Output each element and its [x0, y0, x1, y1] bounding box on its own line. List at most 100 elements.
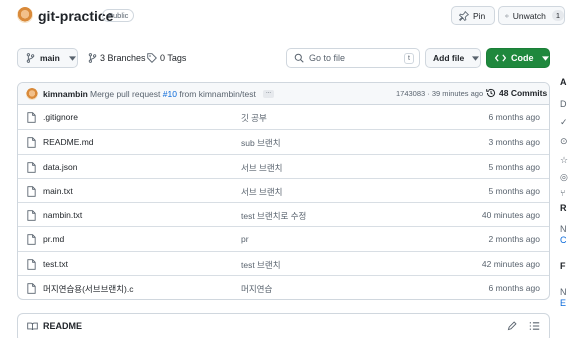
go-to-file-input[interactable] [309, 53, 397, 63]
file-name[interactable]: 머지연습용(서브브랜치).c [43, 283, 133, 295]
file-row[interactable]: .gitignore 깃 공부 6 months ago [18, 105, 549, 129]
branch-icon [88, 53, 97, 63]
go-to-file-search[interactable]: t [286, 48, 420, 68]
file-icon [27, 234, 36, 246]
file-name[interactable]: nambin.txt [43, 210, 82, 220]
file-commit-date: 2 months ago [488, 234, 540, 245]
sidebar-fragment[interactable]: C [560, 235, 569, 245]
pr-link[interactable]: #10 [163, 89, 177, 99]
visibility-badge: Public [102, 9, 135, 22]
sidebar-fragment: ◎ [560, 172, 568, 182]
add-file-label: Add file [433, 53, 465, 63]
file-name[interactable]: README.md [43, 137, 94, 147]
file-commit-message[interactable]: sub 브랜치 [241, 137, 281, 149]
file-icon [27, 186, 36, 197]
branches-label: 3 Branches [100, 53, 146, 63]
sidebar-fragment: N [560, 287, 567, 297]
tag-icon [147, 53, 157, 63]
commit-message-suffix: from kimnambin/test [179, 89, 256, 99]
file-browser: kimnambin Merge pull request #10 from ki… [17, 82, 550, 300]
search-icon [294, 53, 304, 63]
file-icon [27, 161, 36, 173]
add-file-button[interactable]: Add file [425, 48, 481, 68]
file-row[interactable]: data.json 서브 브랜치 5 months ago [18, 153, 549, 178]
file-commit-message[interactable]: 깃 공부 [241, 112, 267, 124]
file-commit-date: 6 months ago [488, 283, 540, 294]
code-button[interactable]: Code [486, 48, 550, 68]
file-list: .gitignore 깃 공부 6 months ago README.md s… [18, 105, 549, 299]
sidebar-fragment: ☆ [560, 155, 569, 165]
readme-panel: README [17, 313, 550, 338]
pin-label: Pin [473, 10, 486, 21]
file-icon [27, 210, 36, 221]
commit-hash-time[interactable]: 1743083 · 39 minutes ago [396, 89, 483, 98]
tags-link[interactable]: 0 Tags [147, 53, 186, 63]
file-row[interactable]: 머지연습용(서브브랜치).c 머지연습 6 months ago [18, 275, 549, 299]
readme-title: README [43, 321, 83, 331]
file-row[interactable]: README.md sub 브랜치 3 months ago [18, 129, 549, 153]
file-row[interactable]: pr.md pr 2 months ago [18, 226, 549, 250]
pencil-icon[interactable] [507, 321, 517, 331]
file-row[interactable]: main.txt 서브 브랜치 5 months ago [18, 177, 549, 202]
latest-commit-bar: kimnambin Merge pull request #10 from ki… [18, 83, 549, 105]
sidebar-fragment: R [560, 203, 567, 213]
branches-link[interactable]: 3 Branches [88, 53, 146, 63]
file-commit-date: 3 months ago [488, 137, 540, 148]
file-name[interactable]: pr.md [43, 234, 64, 244]
file-row[interactable]: nambin.txt test 브랜치로 수정 40 minutes ago [18, 202, 549, 226]
code-label: Code [511, 53, 534, 63]
file-commit-date: 6 months ago [488, 112, 540, 122]
sidebar-fragment: F [560, 261, 566, 271]
commits-label: 48 Commits [499, 88, 548, 98]
file-commit-message[interactable]: 서브 브랜치 [241, 186, 282, 198]
readme-header[interactable]: README [27, 321, 82, 331]
file-name[interactable]: test.txt [43, 259, 68, 269]
chevron-down-icon [541, 55, 549, 61]
chevron-down-icon [472, 55, 480, 61]
pin-button[interactable]: Pin [451, 6, 495, 25]
file-commit-message[interactable]: test 브랜치로 수정 [241, 210, 306, 222]
file-commit-message[interactable]: 서브 브랜치 [241, 162, 282, 174]
sidebar-fragment: ⑂ [560, 188, 566, 198]
pin-icon [459, 10, 469, 21]
repo-owner-avatar[interactable] [17, 7, 33, 23]
repo-header: git-practice Public Pin Unwatch 1 [0, 0, 569, 32]
file-commit-message[interactable]: pr [241, 234, 249, 244]
eye-icon [505, 14, 509, 17]
tags-label: 0 Tags [160, 53, 187, 63]
sidebar-fragment: A [560, 77, 567, 87]
chevron-down-icon [68, 55, 76, 61]
commit-author-avatar[interactable] [26, 88, 38, 100]
file-commit-date: 5 months ago [488, 185, 540, 196]
file-icon [27, 137, 36, 149]
unwatch-button[interactable]: Unwatch 1 [498, 6, 565, 25]
book-icon [27, 322, 38, 330]
file-commit-date: 40 minutes ago [481, 210, 540, 221]
file-icon [27, 259, 36, 270]
file-icon [27, 283, 36, 294]
file-commit-message[interactable]: 머지연습 [241, 283, 272, 295]
file-name[interactable]: .gitignore [43, 112, 78, 122]
sidebar-fragment: ✓ [560, 117, 568, 127]
branch-select-button[interactable]: main [17, 48, 78, 68]
commit-message-prefix: Merge pull request [90, 89, 161, 99]
sidebar-fragment: D [560, 99, 567, 109]
shortcut-key-badge: t [404, 53, 414, 64]
file-name[interactable]: main.txt [43, 186, 73, 196]
code-icon [495, 54, 506, 62]
list-icon[interactable] [529, 321, 540, 331]
commits-history-link[interactable]: 48 Commits [486, 88, 547, 98]
file-name[interactable]: data.json [43, 162, 78, 172]
unwatch-label: Unwatch [512, 10, 546, 21]
file-icon [27, 112, 36, 123]
branch-icon [26, 53, 35, 63]
sidebar-fragment: ⊙ [560, 136, 568, 146]
file-commit-message[interactable]: test 브랜치 [241, 259, 281, 271]
file-row[interactable]: test.txt test 브랜치 42 minutes ago [18, 250, 549, 275]
file-commit-date: 42 minutes ago [481, 258, 540, 269]
expand-commit-button[interactable]: ... [263, 89, 274, 98]
commit-message[interactable]: Merge pull request #10 from kimnambin/te… [90, 89, 256, 99]
sidebar-fragment[interactable]: E [560, 298, 569, 308]
commit-author[interactable]: kimnambin [43, 89, 88, 99]
branch-name: main [40, 53, 60, 63]
